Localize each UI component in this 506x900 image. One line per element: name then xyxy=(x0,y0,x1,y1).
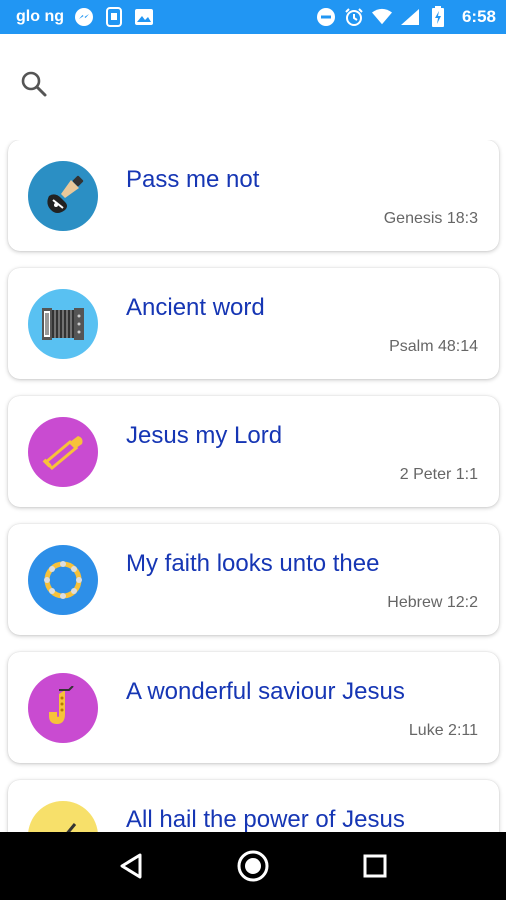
song-card[interactable]: Ancient word Psalm 48:14 xyxy=(8,268,499,379)
home-icon[interactable] xyxy=(233,846,273,886)
song-title: A wonderful saviour Jesus xyxy=(126,678,405,705)
song-title: All hail the power of Jesus xyxy=(126,806,405,832)
saxophone-icon xyxy=(28,673,98,743)
back-icon[interactable] xyxy=(111,846,151,886)
song-title: Ancient word xyxy=(126,294,265,321)
dnd-icon xyxy=(316,7,336,27)
sim-toolkit-icon xyxy=(104,7,124,27)
tambourine-icon xyxy=(28,545,98,615)
song-reference: 2 Peter 1:1 xyxy=(399,466,478,483)
song-reference: Luke 2:11 xyxy=(408,722,478,739)
song-list: Pass me not Genesis 18:3 Ancient word Ps… xyxy=(0,140,506,832)
song-reference: Hebrew 12:2 xyxy=(387,594,478,611)
song-card[interactable]: Pass me not Genesis 18:3 xyxy=(8,140,499,251)
song-card[interactable]: A wonderful saviour Jesus Luke 2:11 xyxy=(8,652,499,763)
clock: 6:58 xyxy=(461,7,496,26)
alarm-icon xyxy=(344,7,364,27)
song-title: Pass me not xyxy=(126,166,260,193)
search-icon[interactable] xyxy=(18,68,50,100)
signal-icon xyxy=(400,7,420,27)
song-reference: Genesis 18:3 xyxy=(383,210,478,227)
image-icon xyxy=(134,7,154,27)
song-card[interactable]: My faith looks unto thee Hebrew 12:2 xyxy=(8,524,499,635)
flute-icon xyxy=(28,801,98,832)
battery-icon xyxy=(428,6,448,27)
status-bar: glo ng 6:58 xyxy=(0,0,506,34)
wifi-icon xyxy=(371,7,392,27)
guitar-icon xyxy=(28,161,98,231)
accordion-icon xyxy=(28,289,98,359)
navigation-bar xyxy=(0,832,506,900)
search-area xyxy=(0,34,506,134)
song-reference: Psalm 48:14 xyxy=(389,338,478,355)
song-title: Jesus my Lord xyxy=(126,422,283,449)
messenger-icon xyxy=(74,7,94,27)
carrier-name: glo ng xyxy=(16,8,64,25)
trombone-icon xyxy=(28,417,98,487)
song-title: My faith looks unto thee xyxy=(126,550,380,577)
song-card[interactable]: Jesus my Lord 2 Peter 1:1 xyxy=(8,396,499,507)
recents-icon[interactable] xyxy=(355,846,395,886)
song-card[interactable]: All hail the power of Jesus xyxy=(8,780,499,832)
